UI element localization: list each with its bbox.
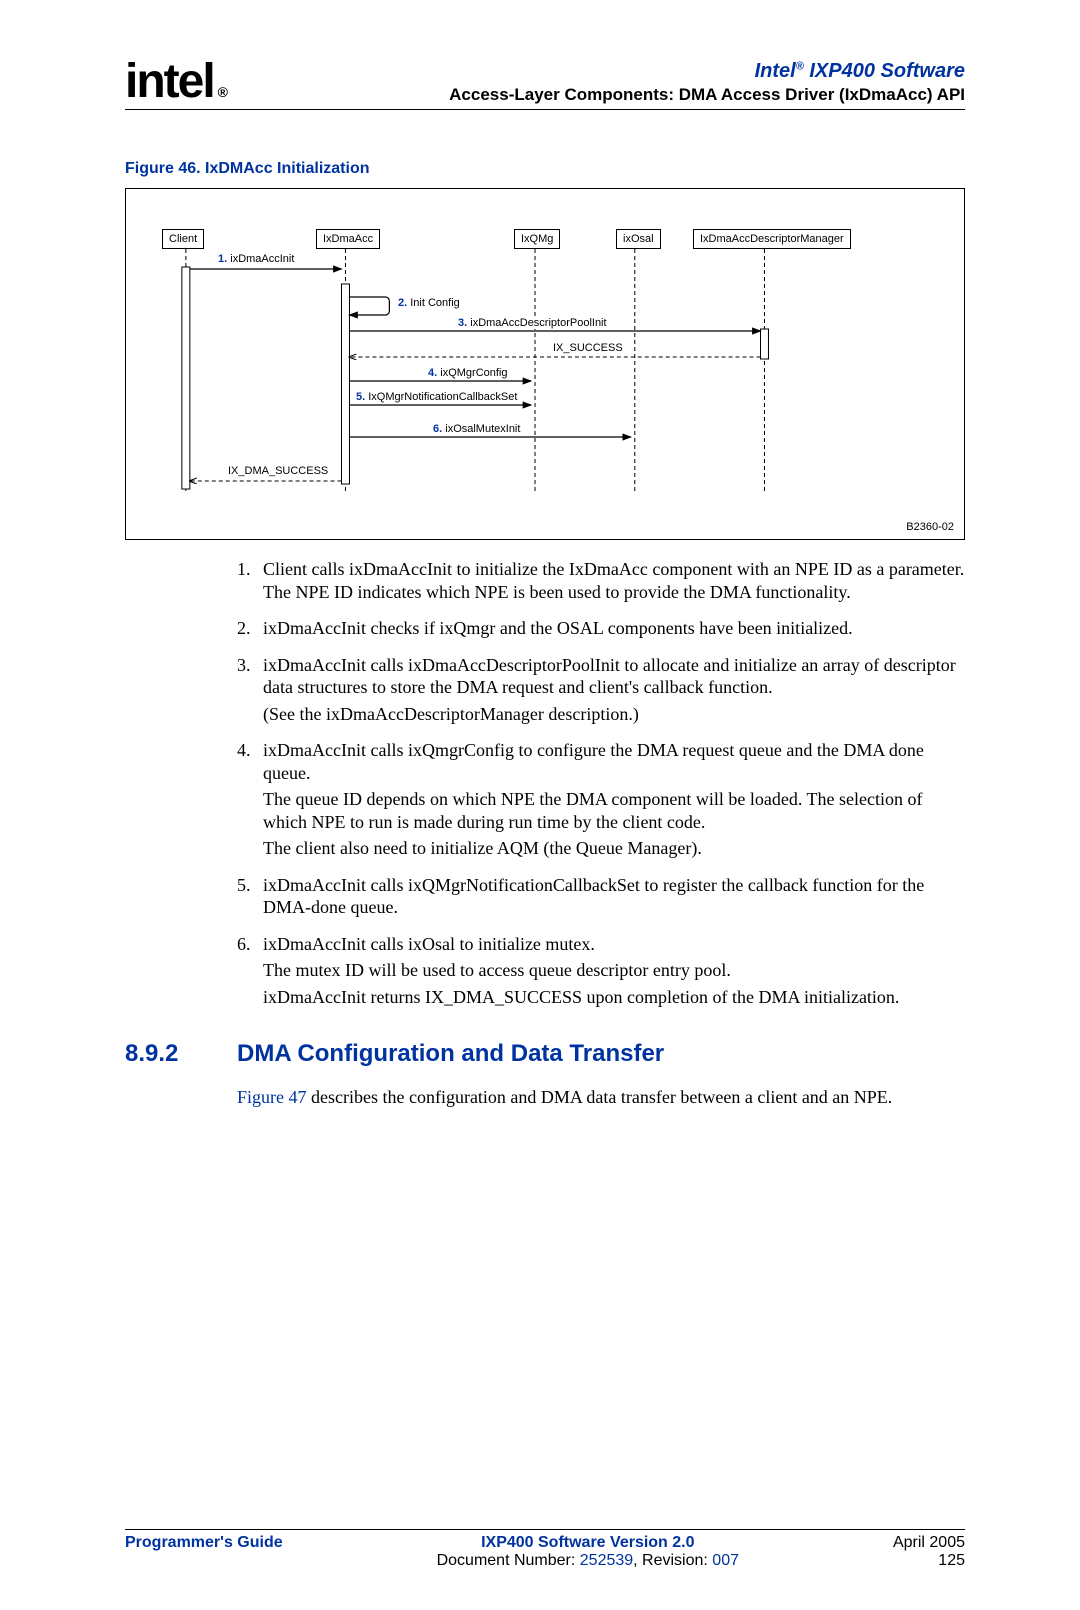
list-text: ixDmaAccInit calls ixOsal to initialize … — [263, 933, 899, 1013]
list-text: Client calls ixDmaAccInit to initialize … — [263, 558, 965, 607]
list-marker: 4. — [237, 739, 263, 864]
msg-5-num: 5. — [356, 391, 365, 403]
list-marker: 1. — [237, 558, 263, 607]
msg-3-return: IX_SUCCESS — [551, 342, 625, 354]
footer-mid-title: IXP400 Software Version 2.0 — [437, 1534, 739, 1552]
sequence-diagram: Client IxDmaAcc IxQMg ixOsal IxDmaAccDes… — [125, 188, 965, 540]
actor-descmgr: IxDmaAccDescriptorManager — [693, 229, 851, 249]
msg-2-text: Init Config — [407, 297, 460, 309]
msg-4-text: ixQMgrConfig — [437, 367, 507, 379]
msg-3-num: 3. — [458, 317, 467, 329]
diagram-code: B2360-02 — [906, 521, 954, 533]
footer-left: Programmer's Guide — [125, 1534, 283, 1570]
list-item: 5. ixDmaAccInit calls ixQMgrNotification… — [237, 874, 965, 923]
msg-5-text: IxQMgrNotificationCallbackSet — [365, 391, 517, 403]
logo-text: intel — [125, 55, 214, 108]
list-item: 4. ixDmaAccInit calls ixQmgrConfig to co… — [237, 739, 965, 864]
list-para: (See the ixDmaAccDescriptorManager descr… — [263, 703, 965, 726]
actor-ixqmg: IxQMg — [514, 229, 560, 249]
brand-suffix: IXP400 Software — [804, 60, 965, 82]
brand-reg-mark: ® — [796, 60, 804, 72]
msg-1-num: 1. — [218, 253, 227, 265]
list-marker: 2. — [237, 617, 263, 644]
msg-1-text: ixDmaAccInit — [227, 253, 294, 265]
list-para: The mutex ID will be used to access queu… — [263, 959, 899, 982]
list-para: ixDmaAccInit returns IX_DMA_SUCCESS upon… — [263, 986, 899, 1009]
list-para: ixDmaAccInit checks if ixQmgr and the OS… — [263, 617, 853, 640]
section-para-text: describes the configuration and DMA data… — [307, 1087, 893, 1107]
intel-logo: intel® — [125, 60, 226, 103]
list-item: 3. ixDmaAccInit calls ixDmaAccDescriptor… — [237, 654, 965, 730]
footer-rule — [125, 1529, 965, 1530]
page: intel® Intel® IXP400 Software Access-Lay… — [0, 0, 1080, 1610]
page-footer: Programmer's Guide IXP400 Software Versi… — [125, 1529, 965, 1570]
list-para: Client calls ixDmaAccInit to initialize … — [263, 558, 965, 603]
header-subtitle: Access-Layer Components: DMA Access Driv… — [449, 85, 965, 105]
msg-2: 2. Init Config — [396, 297, 462, 309]
msg-1: 1. ixDmaAccInit — [216, 253, 296, 265]
list-item: 6. ixDmaAccInit calls ixOsal to initiali… — [237, 933, 965, 1013]
footer-rev-label: , Revision: — [633, 1552, 712, 1569]
msg-5: 5. IxQMgrNotificationCallbackSet — [354, 391, 519, 403]
list-text: ixDmaAccInit calls ixQmgrConfig to confi… — [263, 739, 965, 864]
header-brand-line: Intel® IXP400 Software — [449, 60, 965, 83]
footer-right: April 2005 125 — [893, 1534, 965, 1570]
description-list: 1. Client calls ixDmaAccInit to initiali… — [237, 558, 965, 1012]
section-title: DMA Configuration and Data Transfer — [237, 1040, 664, 1068]
msg-6-num: 6. — [433, 423, 442, 435]
footer-row: Programmer's Guide IXP400 Software Versi… — [125, 1534, 965, 1570]
figure-link[interactable]: Figure 47 — [237, 1087, 307, 1107]
msg-2-num: 2. — [398, 297, 407, 309]
msg-3-text: ixDmaAccDescriptorPoolInit — [467, 317, 606, 329]
list-marker: 6. — [237, 933, 263, 1013]
footer-date: April 2005 — [893, 1534, 965, 1552]
msg-4-num: 4. — [428, 367, 437, 379]
section-paragraph: Figure 47 describes the configuration an… — [237, 1086, 965, 1109]
list-text: ixDmaAccInit checks if ixQmgr and the OS… — [263, 617, 853, 644]
list-para: ixDmaAccInit calls ixOsal to initialize … — [263, 933, 899, 956]
header-rule — [125, 109, 965, 110]
msg-6-text: ixOsalMutexInit — [442, 423, 520, 435]
brand-name: Intel — [755, 60, 796, 82]
list-item: 1. Client calls ixDmaAccInit to initiali… — [237, 558, 965, 607]
header-right: Intel® IXP400 Software Access-Layer Comp… — [449, 60, 965, 105]
msg-6: 6. ixOsalMutexInit — [431, 423, 522, 435]
list-marker: 3. — [237, 654, 263, 730]
figure-caption: Figure 46. IxDMAcc Initialization — [125, 160, 965, 178]
logo-reg-mark: ® — [218, 84, 226, 100]
list-para: ixDmaAccInit calls ixDmaAccDescriptorPoo… — [263, 654, 965, 699]
footer-page-number: 125 — [893, 1552, 965, 1570]
actor-client: Client — [162, 229, 204, 249]
footer-mid-docline: Document Number: 252539, Revision: 007 — [437, 1552, 739, 1570]
footer-middle: IXP400 Software Version 2.0 Document Num… — [437, 1534, 739, 1570]
list-para: ixDmaAccInit calls ixQmgrConfig to confi… — [263, 739, 965, 784]
list-para: ixDmaAccInit calls ixQMgrNotificationCal… — [263, 874, 965, 919]
page-header: intel® Intel® IXP400 Software Access-Lay… — [125, 60, 965, 105]
list-marker: 5. — [237, 874, 263, 923]
list-para: The queue ID depends on which NPE the DM… — [263, 788, 965, 833]
footer-rev: 007 — [712, 1552, 739, 1569]
section-heading: 8.9.2 DMA Configuration and Data Transfe… — [125, 1040, 965, 1068]
msg-3: 3. ixDmaAccDescriptorPoolInit — [456, 317, 609, 329]
list-para: The client also need to initialize AQM (… — [263, 837, 965, 860]
actor-ixdmaacc: IxDmaAcc — [316, 229, 380, 249]
list-text: ixDmaAccInit calls ixDmaAccDescriptorPoo… — [263, 654, 965, 730]
actor-ixosal: ixOsal — [616, 229, 661, 249]
list-item: 2. ixDmaAccInit checks if ixQmgr and the… — [237, 617, 965, 644]
msg-4: 4. ixQMgrConfig — [426, 367, 509, 379]
list-text: ixDmaAccInit calls ixQMgrNotificationCal… — [263, 874, 965, 923]
section-number: 8.9.2 — [125, 1040, 237, 1068]
footer-docnum-label: Document Number: — [437, 1552, 580, 1569]
footer-docnum: 252539 — [580, 1552, 633, 1569]
msg-final-return: IX_DMA_SUCCESS — [226, 465, 330, 477]
